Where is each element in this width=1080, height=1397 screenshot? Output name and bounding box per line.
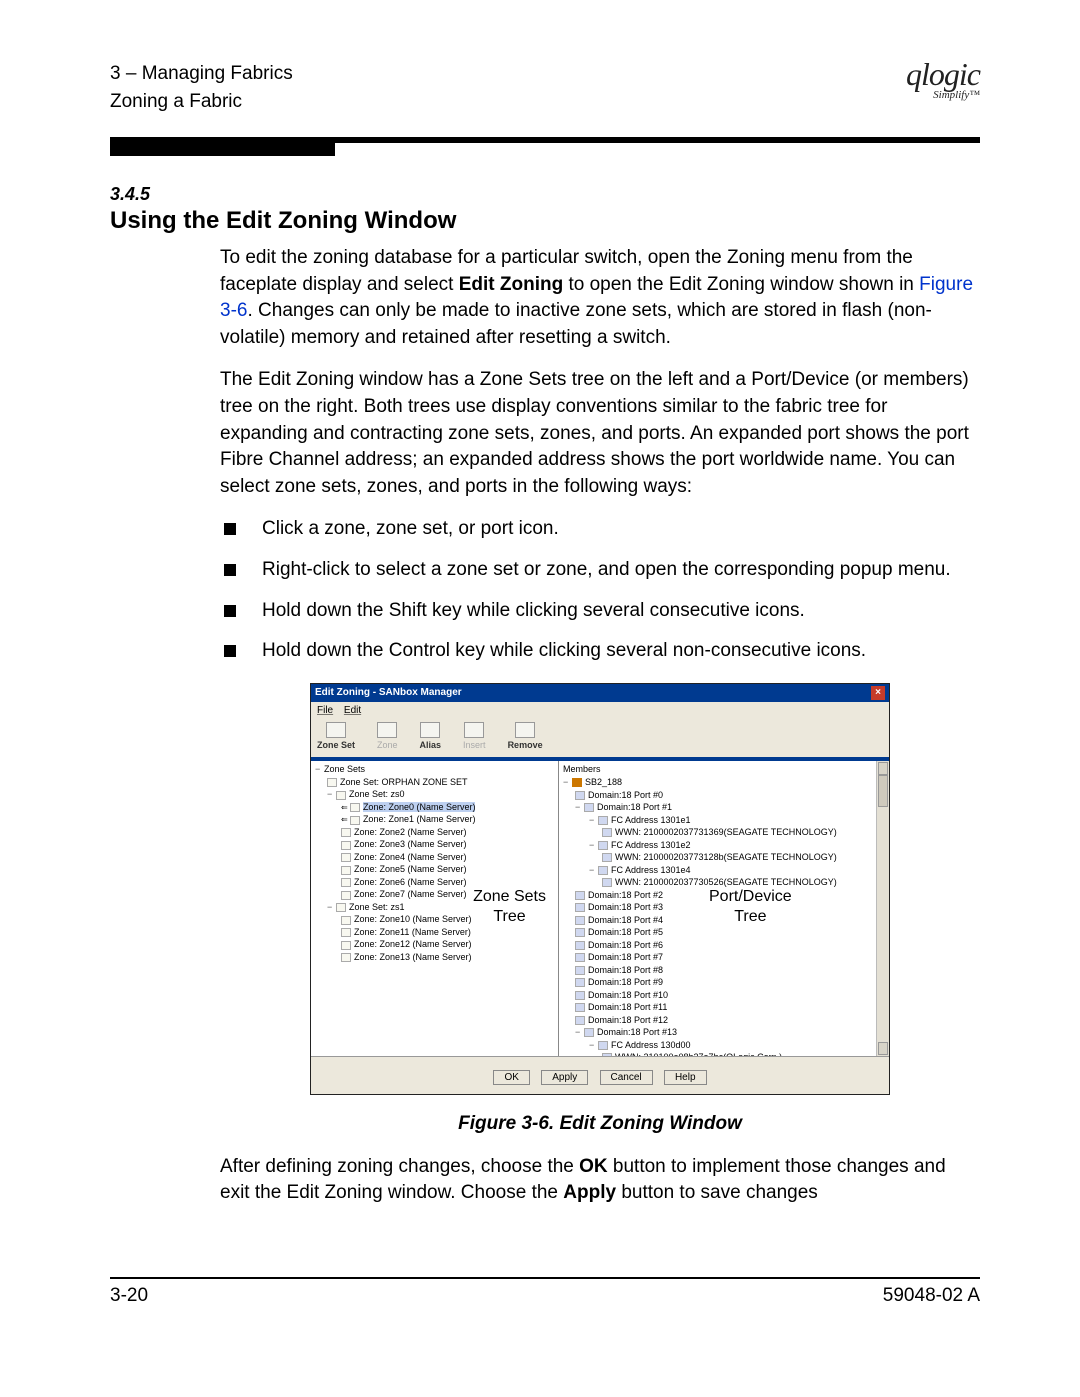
member-tree-item[interactable]: Domain:18 Port #12 [561,1014,889,1027]
member-tree-item[interactable]: −Domain:18 Port #13 [561,1026,889,1039]
toolbar-remove[interactable]: Remove [508,722,543,752]
zone-tree-item[interactable]: ⇐ Zone: Zone1 (Name Server) [313,813,556,826]
member-tree-item[interactable]: Domain:18 Port #9 [561,976,889,989]
member-tree-item[interactable]: WWN: 210100e08b27a7bc(QLogic Corp.) [561,1051,889,1056]
member-tree-item[interactable]: WWN: 210000203773128b(SEAGATE TECHNOLOGY… [561,851,889,864]
member-tree-item[interactable]: Domain:18 Port #6 [561,939,889,952]
page-footer: 3-20 59048-02 A [110,1277,980,1307]
toolbar-insert: Insert [463,722,486,752]
member-tree-item[interactable]: −FC Address 1301e4 [561,864,889,877]
document-id: 59048-02 A [883,1285,980,1307]
section-title: Using the Edit Zoning Window [110,207,980,235]
member-tree-item[interactable]: −FC Address 1301e1 [561,814,889,827]
member-tree-item[interactable]: Domain:18 Port #8 [561,964,889,977]
bullet-item: Click a zone, zone set, or port icon. [220,516,980,543]
section-crumb: Zoning a Fabric [110,88,293,116]
bullet-list: Click a zone, zone set, or port icon. Rig… [220,516,980,664]
scroll-up-icon[interactable] [878,762,888,775]
callout-zone-sets-tree: Zone SetsTree [473,887,546,925]
alias-icon [420,722,440,738]
page-header: 3 – Managing Fabrics Zoning a Fabric qlo… [110,60,980,115]
remove-icon [515,722,535,738]
zone-set-icon [326,722,346,738]
header-rule [110,137,980,143]
bullet-item: Hold down the Shift key while clicking s… [220,598,980,625]
toolbar-alias[interactable]: Alias [420,722,442,752]
bullet-item: Right-click to select a zone set or zone… [220,557,980,584]
menu-bar: File Edit [311,702,889,720]
toolbar-zone: Zone [377,722,398,752]
window-title: Edit Zoning - SANbox Manager [315,686,462,700]
zone-tree-item[interactable]: Zone: Zone12 (Name Server) [313,938,556,951]
zone-tree-item[interactable]: Zone: Zone11 (Name Server) [313,926,556,939]
member-tree-item[interactable]: Domain:18 Port #11 [561,1001,889,1014]
member-tree-item[interactable]: WWN: 2100002037731369(SEAGATE TECHNOLOGY… [561,826,889,839]
section-number: 3.4.5 [110,184,980,205]
zone-tree-item[interactable]: Zone: Zone13 (Name Server) [313,951,556,964]
close-icon[interactable]: × [871,686,885,700]
member-tree-item[interactable]: Domain:18 Port #7 [561,951,889,964]
member-tree-item[interactable]: −Domain:18 Port #1 [561,801,889,814]
dialog-buttons: OK Apply Cancel Help [311,1056,889,1094]
bullet-item: Hold down the Control key while clicking… [220,638,980,665]
zone-tree-item[interactable]: Zone: Zone2 (Name Server) [313,826,556,839]
cancel-button[interactable]: Cancel [600,1070,653,1085]
zone-tree-item[interactable]: Zone Set: ORPHAN ZONE SET [313,776,556,789]
member-tree-item[interactable]: Domain:18 Port #5 [561,926,889,939]
help-button[interactable]: Help [664,1070,707,1085]
toolbar: Zone Set Zone Alias Insert Remove [311,720,889,759]
scrollbar[interactable] [876,761,889,1056]
member-tree-item[interactable]: −FC Address 130d00 [561,1039,889,1052]
zone-sets-tree[interactable]: −Zone Sets Zone Set: ORPHAN ZONE SET−Zon… [311,761,559,1056]
scroll-down-icon[interactable] [878,1042,888,1055]
member-tree-item[interactable]: Domain:18 Port #0 [561,789,889,802]
chapter-crumb: 3 – Managing Fabrics [110,60,293,88]
zone-tree-item[interactable]: −Zone Set: zs0 [313,788,556,801]
member-tree-item[interactable]: Domain:18 Port #10 [561,989,889,1002]
insert-icon [464,722,484,738]
zone-tree-item[interactable]: Zone: Zone3 (Name Server) [313,838,556,851]
page-number: 3-20 [110,1285,148,1307]
member-tree-item[interactable]: −SB2_188 [561,776,889,789]
body-text: To edit the zoning database for a partic… [220,245,980,1207]
scroll-thumb[interactable] [878,775,888,807]
member-tree-item[interactable]: −FC Address 1301e2 [561,839,889,852]
callout-port-device-tree: Port/DeviceTree [709,887,792,925]
brand-logo: qlogic Simplify™ [906,60,980,101]
zone-tree-item[interactable]: ⇐ Zone: Zone0 (Name Server) [313,801,556,814]
edit-zoning-window: Edit Zoning - SANbox Manager × File Edit… [310,683,890,1095]
ok-button[interactable]: OK [493,1070,529,1085]
toolbar-zone-set[interactable]: Zone Set [317,722,355,752]
port-device-tree[interactable]: Members −SB2_188Domain:18 Port #0−Domain… [559,761,889,1056]
figure-caption: Figure 3-6. Edit Zoning Window [310,1111,890,1138]
zone-tree-item[interactable]: Zone: Zone5 (Name Server) [313,863,556,876]
apply-button[interactable]: Apply [541,1070,588,1085]
window-titlebar: Edit Zoning - SANbox Manager × [311,684,889,702]
zone-tree-item[interactable]: Zone: Zone4 (Name Server) [313,851,556,864]
zone-icon [377,722,397,738]
menu-edit[interactable]: Edit [344,705,361,716]
menu-file[interactable]: File [317,705,333,716]
